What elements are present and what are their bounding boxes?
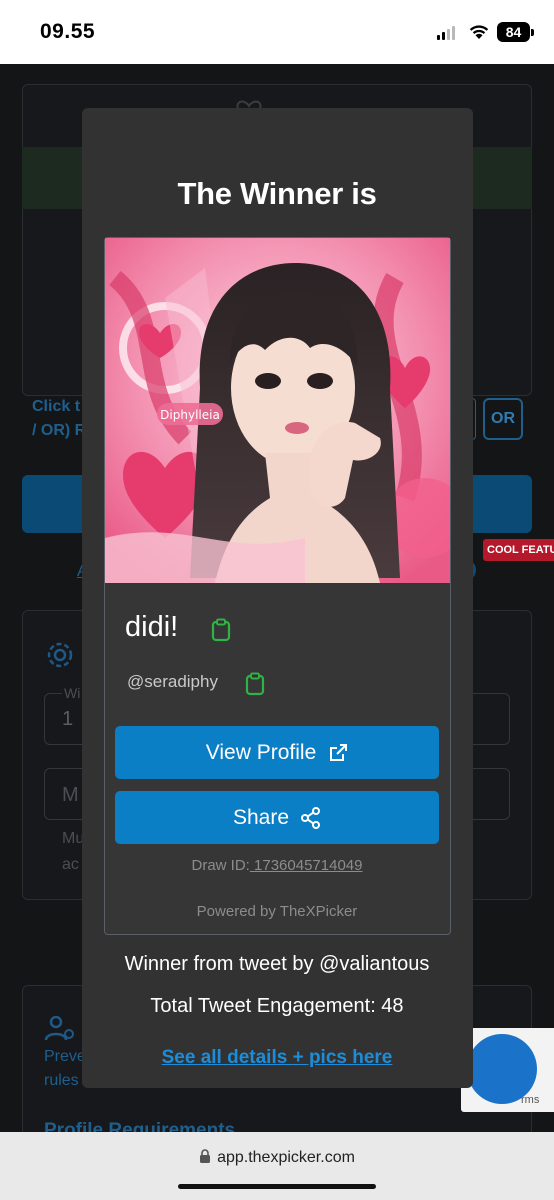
url-text: app.thexpicker.com: [217, 1149, 355, 1166]
background-click-text-2: / OR) R: [32, 422, 87, 439]
lock-icon: [200, 1149, 211, 1163]
tweet-author-text: Winner from tweet by @valiantous: [124, 953, 430, 975]
cool-feature-badge: COOL FEATU: [483, 539, 554, 561]
background-help-line-1: Mu: [62, 830, 85, 847]
see-details-link[interactable]: See all details + pics here: [0, 1047, 554, 1069]
background-winners-value: 1: [62, 708, 74, 730]
draw-id-link[interactable]: 1736045714049: [250, 857, 362, 874]
browser-url-bar[interactable]: app.thexpicker.com: [0, 1132, 554, 1200]
draw-id: Draw ID: 1736045714049: [0, 857, 554, 874]
battery-indicator: 84: [497, 22, 534, 42]
clipboard-icon[interactable]: [211, 618, 231, 642]
modal-title: The Winner is: [177, 176, 377, 211]
signal-icon: [437, 26, 455, 40]
winner-handle: @seradiphy: [127, 672, 218, 691]
external-link-icon: [330, 743, 348, 761]
or-button[interactable]: OR: [483, 398, 523, 440]
share-icon: [301, 806, 321, 829]
view-profile-label: View Profile: [205, 740, 317, 764]
draw-id-label: Draw ID:: [191, 857, 250, 874]
share-label: Share: [232, 805, 290, 829]
status-time: 09.55: [40, 20, 96, 43]
clipboard-icon[interactable]: [245, 672, 265, 696]
view-profile-button[interactable]: View Profile: [115, 726, 439, 779]
app-screen: 09.55 84 Click t / OR) R OR COOL FEATU A…: [0, 0, 554, 1200]
home-indicator[interactable]: [178, 1184, 376, 1189]
background-winners-label: Wi: [62, 685, 83, 701]
user-gear-icon: [44, 1015, 74, 1041]
wifi-icon: [469, 25, 489, 39]
share-button[interactable]: Share: [115, 791, 439, 844]
avatar-caption: Diphylleia: [160, 408, 220, 422]
background-click-text: Click t: [32, 398, 81, 415]
background-second-input-text: M: [62, 784, 79, 806]
powered-by-text: Powered by TheXPicker: [196, 903, 358, 920]
winner-name: didi!: [125, 611, 179, 643]
recaptcha-terms[interactable]: rms: [521, 1094, 539, 1106]
gear-icon: [47, 642, 73, 668]
recaptcha-badge[interactable]: rms: [461, 1028, 554, 1112]
url-display[interactable]: app.thexpicker.com: [0, 1149, 554, 1167]
background-rules-text: rules: [44, 1072, 79, 1089]
status-bar: 09.55 84: [0, 0, 554, 64]
tweet-engagement-text: Total Tweet Engagement: 48: [150, 995, 404, 1017]
winner-avatar-image: Diphylleia: [105, 238, 450, 583]
